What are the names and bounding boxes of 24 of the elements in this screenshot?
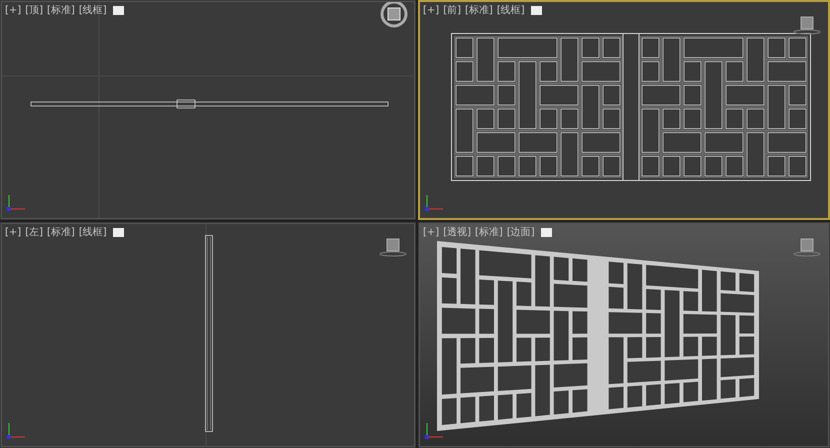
viewport-menu-label[interactable]: [+] — [4, 4, 22, 16]
viewport-menu-label[interactable]: [顶] — [24, 3, 44, 17]
viewport-menu-label[interactable]: [线框] — [496, 3, 526, 17]
viewport-menu-label[interactable]: [左] — [24, 225, 44, 239]
viewport-menu-label[interactable]: [透视] — [442, 225, 472, 239]
shading-swatch[interactable] — [112, 228, 124, 236]
viewport-menu-label[interactable]: [边面] — [506, 225, 536, 239]
shading-swatch[interactable] — [530, 6, 542, 14]
viewport-menu-label[interactable]: [标准] — [46, 225, 76, 239]
viewport-menu-label[interactable]: [+] — [4, 226, 22, 238]
viewcube-icon[interactable] — [379, 1, 409, 29]
viewport-menu-label[interactable]: [线框] — [78, 225, 108, 239]
viewport-menu-label[interactable]: [+] — [422, 226, 440, 238]
viewport-menu-label[interactable]: [前] — [442, 3, 462, 17]
viewport-menu-label[interactable]: [标准] — [46, 3, 76, 17]
viewport-menu-label[interactable]: [线框] — [78, 3, 108, 17]
axis-icon — [423, 193, 445, 213]
axis-icon — [423, 421, 445, 441]
axis-icon — [5, 193, 27, 213]
viewport-menu-label[interactable]: [+] — [422, 4, 440, 16]
viewport-menu-label[interactable]: [标准] — [464, 3, 494, 17]
viewport-menu-label[interactable]: [标准] — [474, 225, 504, 239]
shading-swatch[interactable] — [112, 6, 124, 14]
axis-icon — [5, 421, 27, 441]
